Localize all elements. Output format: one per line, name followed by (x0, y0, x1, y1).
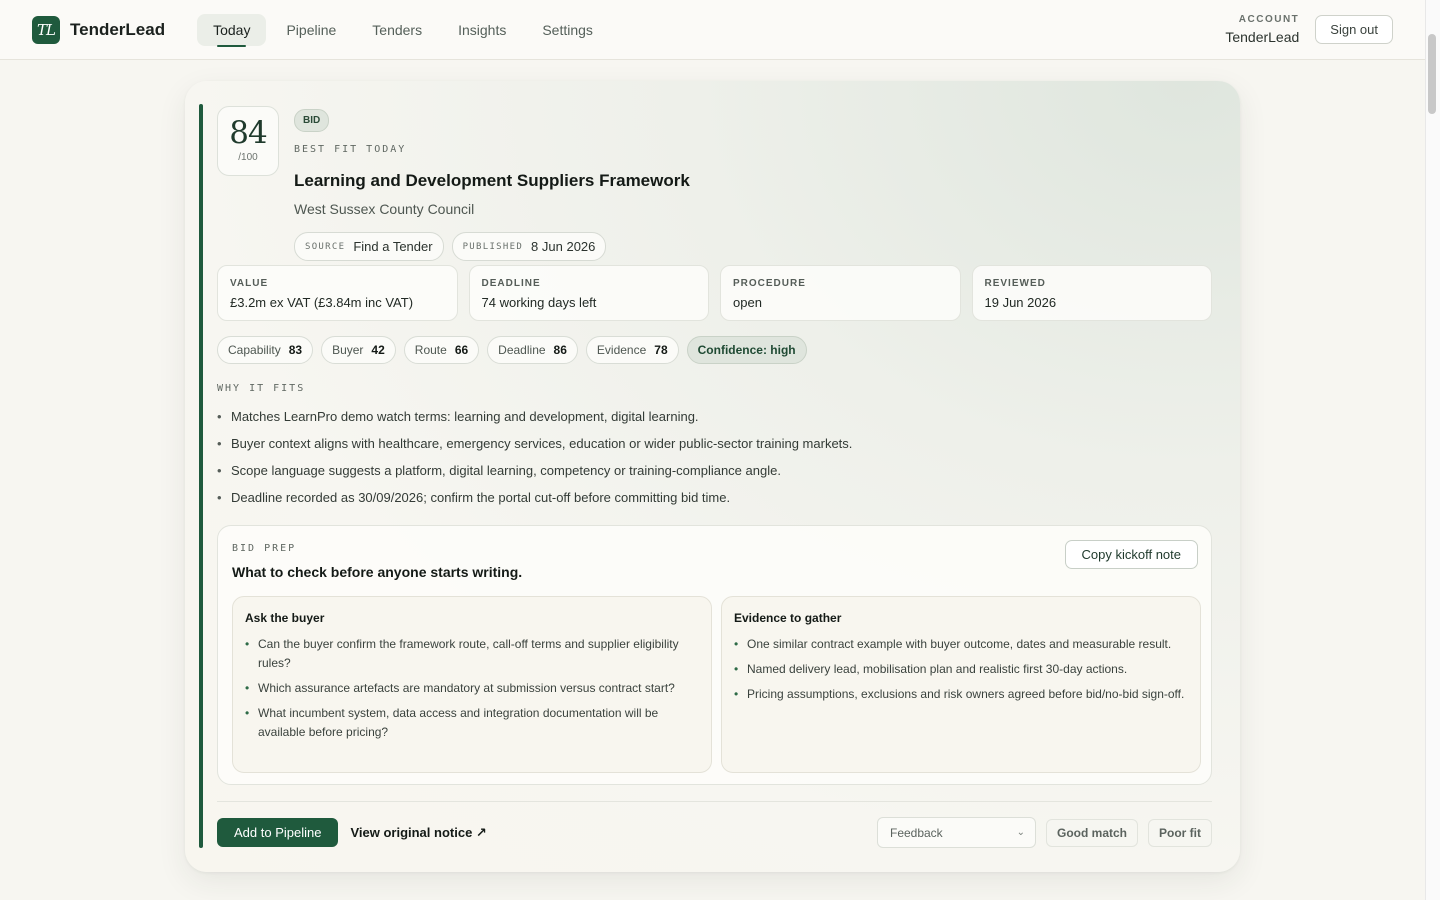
score-breakdown: Capability 83 Buyer 42 Route 66 Deadline… (217, 336, 807, 364)
sign-out-button[interactable]: Sign out (1315, 15, 1393, 44)
buyer-name: West Sussex County Council (294, 201, 475, 217)
source-label: SOURCE (305, 241, 346, 252)
score-number: 86 (553, 343, 567, 357)
list-item: One similar contract example with buyer … (734, 635, 1188, 654)
score-number: 66 (454, 343, 469, 357)
bid-prep-eyebrow: BID PREP (232, 543, 297, 554)
key-stats: VALUE £3.2m ex VAT (£3.84m inc VAT) DEAD… (217, 265, 1212, 321)
stat-text: 19 Jun 2026 (984, 295, 1057, 310)
score-label: Capability (228, 343, 281, 357)
score-buyer: Buyer 42 (321, 336, 396, 364)
score-number: 78 (654, 343, 668, 357)
main-nav: Today Pipeline Tenders Insights Settings (197, 13, 609, 47)
stat-label: REVIEWED (984, 278, 1046, 289)
account-area: ACCOUNT TenderLead Sign out (1225, 14, 1393, 45)
score-label: Evidence (596, 343, 647, 357)
copy-kickoff-note-button[interactable]: Copy kickoff note (1064, 540, 1198, 569)
card-accent-bar (199, 104, 203, 848)
stat-label: VALUE (230, 278, 269, 289)
fit-score: 84 /100 (217, 106, 279, 176)
bid-prep-title: What to check before anyone starts writi… (232, 564, 523, 580)
why-it-fits-list: Matches LearnPro demo watch terms: learn… (217, 408, 1197, 516)
actions-divider (217, 801, 1212, 802)
stat-deadline: DEADLINE 74 working days left (468, 265, 709, 321)
list-item: Deadline recorded as 30/09/2026; confirm… (217, 489, 1197, 506)
score-label: Route (414, 343, 447, 357)
score-route: Route 66 (403, 336, 480, 364)
stat-procedure: PROCEDURE open (720, 265, 961, 321)
card-actions: Add to Pipeline View original notice ↗ F… (217, 817, 1212, 848)
confidence-badge: Confidence: high (686, 336, 807, 364)
brand[interactable]: TL TenderLead (32, 15, 166, 44)
tender-card: 84 /100 BID BEST FIT TODAY Learning and … (185, 81, 1240, 872)
list-item: Buyer context aligns with healthcare, em… (217, 435, 1197, 452)
stat-label: PROCEDURE (733, 278, 806, 289)
ask-the-buyer-list: Can the buyer confirm the framework rout… (245, 635, 699, 742)
source-value: Find a Tender (353, 239, 433, 254)
score-number: 42 (371, 343, 385, 357)
list-item: Scope language suggests a platform, digi… (217, 462, 1197, 479)
account-info: ACCOUNT TenderLead (1225, 14, 1299, 45)
stat-text: 74 working days left (481, 295, 597, 310)
fit-score-max: /100 (238, 152, 258, 163)
ask-the-buyer-box: Ask the buyer Can the buyer confirm the … (232, 596, 712, 773)
list-item: What incumbent system, data access and i… (245, 704, 699, 742)
bid-prep-panel: BID PREP What to check before anyone sta… (217, 525, 1212, 785)
poor-fit-button[interactable]: Poor fit (1148, 818, 1212, 847)
tab-insights[interactable]: Insights (442, 14, 522, 46)
meta-row: SOURCE Find a Tender PUBLISHED 8 Jun 202… (294, 232, 1216, 261)
published-value: 8 Jun 2026 (531, 239, 596, 254)
status-badge: BID (294, 109, 330, 132)
stat-reviewed: REVIEWED 19 Jun 2026 (971, 265, 1212, 321)
scrollbar-thumb[interactable] (1428, 34, 1436, 114)
ask-the-buyer-title: Ask the buyer (245, 611, 325, 625)
tender-header: BID BEST FIT TODAY Learning and Developm… (294, 109, 1216, 261)
published-label: PUBLISHED (462, 241, 524, 252)
evidence-to-gather-title: Evidence to gather (734, 611, 842, 625)
fit-score-value: 84 (229, 115, 267, 151)
score-label: Buyer (332, 343, 364, 357)
view-original-notice-link[interactable]: View original notice ↗ (350, 825, 486, 841)
good-match-button[interactable]: Good match (1045, 818, 1138, 847)
tab-settings[interactable]: Settings (526, 14, 609, 46)
score-deadline: Deadline 86 (487, 336, 578, 364)
chevron-down-icon: ⌄ (1016, 827, 1025, 838)
account-name: TenderLead (1225, 29, 1300, 45)
list-item: Named delivery lead, mobilisation plan a… (734, 660, 1188, 679)
stat-text: £3.2m ex VAT (£3.84m inc VAT) (230, 295, 414, 310)
page-scrollbar[interactable] (1425, 0, 1440, 900)
stat-text: open (733, 295, 762, 310)
list-item: Which assurance artefacts are mandatory … (245, 679, 699, 698)
list-item: Matches LearnPro demo watch terms: learn… (217, 408, 1197, 425)
tab-tenders[interactable]: Tenders (356, 14, 438, 46)
list-item: Pricing assumptions, exclusions and risk… (734, 685, 1188, 704)
feedback-selected-value: Feedback (889, 825, 943, 840)
account-label: ACCOUNT (1238, 14, 1300, 25)
card-eyebrow: BEST FIT TODAY (294, 144, 407, 155)
evidence-to-gather-list: One similar contract example with buyer … (734, 635, 1188, 704)
score-capability: Capability 83 (217, 336, 314, 364)
top-navigation-bar: TL TenderLead Today Pipeline Tenders Ins… (0, 0, 1425, 60)
stat-value: VALUE £3.2m ex VAT (£3.84m inc VAT) (217, 265, 458, 321)
score-label: Deadline (498, 343, 546, 357)
tab-pipeline[interactable]: Pipeline (270, 14, 352, 46)
stat-label: DEADLINE (481, 278, 541, 289)
evidence-to-gather-box: Evidence to gather One similar contract … (721, 596, 1201, 773)
list-item: Can the buyer confirm the framework rout… (245, 635, 699, 673)
source-pill: SOURCE Find a Tender (294, 232, 444, 261)
app-logo: TL (32, 15, 60, 44)
score-evidence: Evidence 78 (585, 336, 679, 364)
feedback-select[interactable]: Feedback ⌄ (876, 817, 1036, 848)
score-number: 83 (288, 343, 303, 357)
tab-today[interactable]: Today (197, 13, 267, 47)
app-name: TenderLead (70, 19, 166, 39)
why-it-fits-heading: WHY IT FITS (217, 383, 306, 394)
add-to-pipeline-button[interactable]: Add to Pipeline (217, 818, 339, 847)
tender-title: Learning and Development Suppliers Frame… (294, 171, 690, 190)
published-pill: PUBLISHED 8 Jun 2026 (451, 232, 607, 261)
